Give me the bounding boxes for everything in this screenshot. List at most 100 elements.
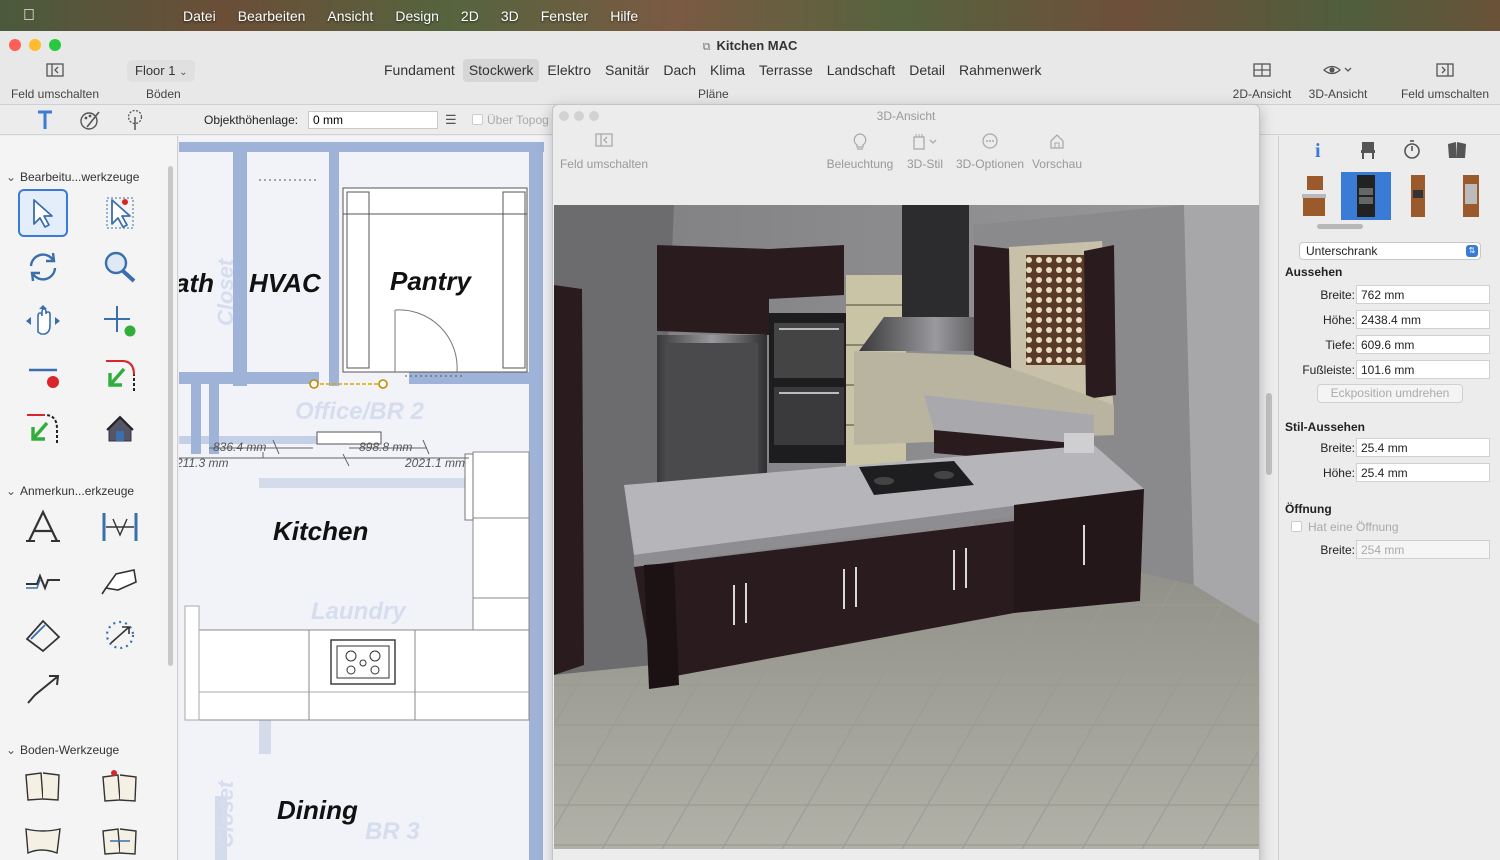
tab-sanitaer[interactable]: Sanitär (599, 59, 655, 82)
flip-corner-button[interactable]: Eckposition umdrehen (1317, 384, 1463, 403)
arrow-tool[interactable] (18, 665, 68, 713)
hand-icon (26, 305, 60, 335)
timer-icon[interactable] (1403, 140, 1421, 165)
3d-options-button[interactable]: 3D-Optionen (953, 133, 1027, 171)
pan-tool[interactable] (18, 297, 68, 345)
revision-cloud-tool[interactable] (95, 611, 145, 659)
dimension-tool[interactable] (95, 503, 145, 551)
window-title-text: Kitchen MAC (716, 38, 798, 53)
multi-select-tool[interactable] (95, 189, 145, 237)
opening-width-input[interactable]: 254 mm (1356, 540, 1490, 559)
menu-design[interactable]: Design (395, 8, 439, 24)
curved-floor-tool[interactable] (18, 816, 68, 860)
rotate-tool[interactable] (18, 243, 68, 291)
annotation-tools-header[interactable]: ⌄ Anmerkun...erkzeuge (6, 484, 134, 498)
chevron-down-icon: ⌄ (6, 743, 17, 757)
tab-fundament[interactable]: Fundament (378, 59, 461, 82)
height-input[interactable]: 2438.4 mm (1356, 310, 1490, 329)
cabinet-thumbnail-selected[interactable] (1341, 172, 1391, 220)
br3-ghost-label: BR 3 (365, 818, 420, 845)
tab-detail[interactable]: Detail (903, 59, 951, 82)
menu-bearbeiten[interactable]: Bearbeiten (238, 8, 306, 24)
menu-3d[interactable]: 3D (501, 8, 519, 24)
dimension-label: 836.4 mm (213, 440, 267, 454)
sidebar-left-icon (8, 63, 102, 83)
cabinet-thumbnail[interactable] (1445, 172, 1495, 220)
has-opening-checkbox-box[interactable] (1291, 521, 1302, 532)
info-icon[interactable]: i (1315, 140, 1321, 163)
tree-icon[interactable] (125, 109, 145, 136)
dimension-label: 211.3 mm (179, 456, 229, 470)
floor-tools-header[interactable]: ⌄ Boden-Werkzeuge (6, 743, 119, 757)
terrain-checkbox-box[interactable] (472, 114, 483, 125)
menu-ansicht[interactable]: Ansicht (327, 8, 373, 24)
toggle-left-panel-button[interactable]: Feld umschalten (8, 63, 102, 101)
3d-style-button[interactable]: 3D-Stil (901, 133, 949, 171)
cabinet-thumbnail[interactable] (1393, 172, 1443, 220)
width-input[interactable]: 762 mm (1356, 285, 1490, 304)
room-label-pantry: Pantry (390, 266, 471, 296)
tab-stockwerk[interactable]: Stockwerk (462, 59, 540, 82)
depth-input[interactable]: 609.6 mm (1356, 335, 1490, 354)
view-3d-button[interactable]: 3D-Ansicht (1303, 63, 1373, 101)
menu-hilfe[interactable]: Hilfe (610, 8, 638, 24)
chair-icon[interactable] (1359, 140, 1377, 165)
floor-select[interactable]: Floor 1 ⌄ (127, 60, 196, 82)
edit-tools-title: Bearbeitu...werkzeuge (20, 170, 140, 184)
palette-scrollbar[interactable] (168, 166, 173, 666)
dimension-icon (102, 513, 138, 541)
room-label-hvac: HVAC (249, 268, 321, 298)
terrain-checkbox[interactable]: Über Topog (472, 113, 549, 127)
text-tool[interactable] (18, 503, 68, 551)
view-2d-button[interactable]: 2D-Ansicht (1228, 63, 1296, 101)
break-line-tool[interactable] (18, 351, 68, 399)
text-a-icon (26, 509, 60, 542)
cabinet-thumbnail[interactable] (1289, 172, 1339, 220)
preview-button[interactable]: Vorschau (1029, 133, 1085, 171)
break-symbol-tool[interactable] (18, 557, 68, 605)
tab-dach[interactable]: Dach (657, 59, 702, 82)
join-corner-icon (106, 360, 135, 391)
floor-plan-canvas[interactable]: Closet ath HVAC Pantry Office/BR 2 836.4… (179, 136, 552, 860)
floor-edit-tool[interactable] (95, 816, 145, 860)
style-width-input[interactable]: 25.4 mm (1356, 438, 1490, 457)
zoom-tool[interactable] (95, 243, 145, 291)
tab-rahmenwerk[interactable]: Rahmenwerk (953, 59, 1047, 82)
floor-plan-book-tool[interactable] (18, 762, 68, 810)
join-tool[interactable] (95, 351, 145, 399)
callout-icon (101, 569, 137, 595)
edit-tools-header[interactable]: ⌄ Bearbeitu...werkzeuge (6, 170, 139, 184)
3d-style-label: 3D-Stil (906, 157, 943, 171)
library-book-icon[interactable] (1447, 140, 1467, 165)
callout-tool[interactable] (95, 557, 145, 605)
toggle-right-panel-button[interactable]: Feld umschalten (1398, 63, 1492, 101)
build-tools-icon[interactable] (36, 109, 54, 136)
marker-tool[interactable] (18, 611, 68, 659)
fillet-tool[interactable] (18, 405, 68, 453)
paint-palette-icon[interactable] (79, 109, 101, 136)
tab-klima[interactable]: Klima (704, 59, 751, 82)
tab-elektro[interactable]: Elektro (541, 59, 597, 82)
v3d-toggle-panel-button[interactable]: Feld umschalten (557, 133, 651, 171)
object-height-input[interactable] (308, 111, 438, 129)
menu-fenster[interactable]: Fenster (541, 8, 588, 24)
list-icon[interactable]: ☰ (445, 112, 457, 128)
menu-2d[interactable]: 2D (461, 8, 479, 24)
floor-book-marker-tool[interactable] (95, 762, 145, 810)
select-tool[interactable] (18, 189, 68, 237)
lighting-button[interactable]: Beleuchtung (823, 133, 897, 171)
thumbnail-scrollbar[interactable] (1317, 224, 1363, 229)
3d-scene-render[interactable] (554, 205, 1260, 849)
add-point-tool[interactable] (95, 297, 145, 345)
style-height-input[interactable]: 25.4 mm (1356, 463, 1490, 482)
right-vertical-scrollbar[interactable] (1266, 393, 1272, 475)
has-opening-checkbox[interactable]: Hat eine Öffnung (1291, 520, 1399, 534)
tab-landschaft[interactable]: Landschaft (821, 59, 902, 82)
cabinet-type-select[interactable]: Unterschrank ⇅ (1299, 242, 1481, 260)
house-tool[interactable] (95, 405, 145, 453)
apple-menu-icon[interactable]:  (0, 7, 58, 25)
has-opening-label: Hat eine Öffnung (1308, 520, 1399, 534)
toe-kick-input[interactable]: 101.6 mm (1356, 360, 1490, 379)
menu-datei[interactable]: Datei (183, 8, 216, 24)
tab-terrasse[interactable]: Terrasse (753, 59, 819, 82)
